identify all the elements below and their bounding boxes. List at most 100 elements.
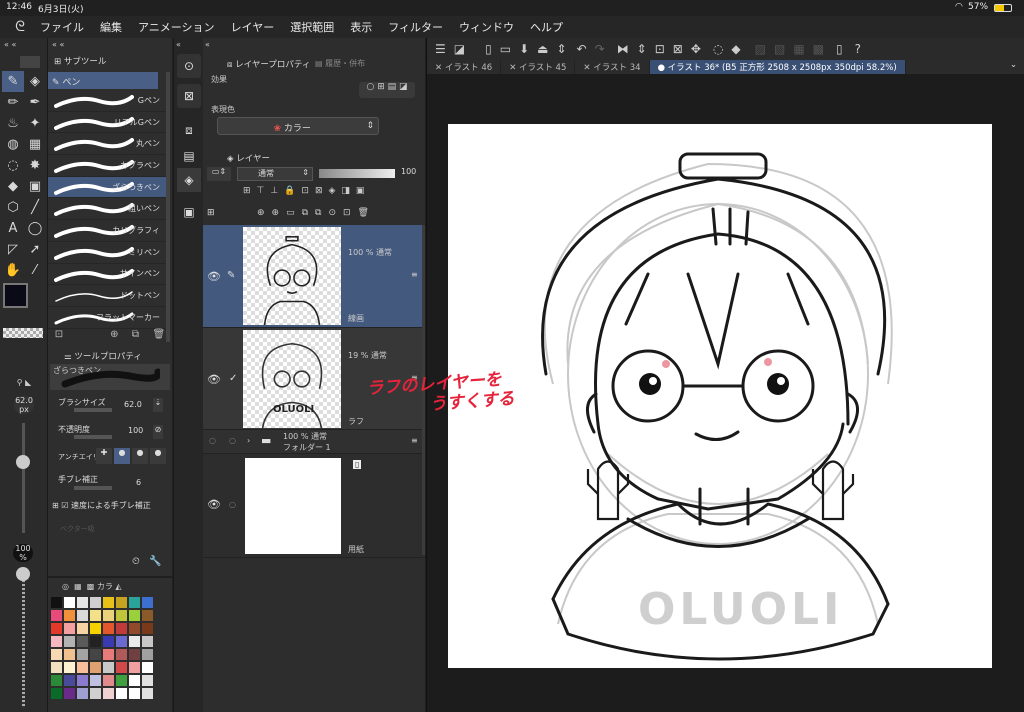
aa-strong-icon[interactable]: ●	[150, 448, 166, 464]
brush-list-scrollbar[interactable]	[166, 72, 170, 342]
check-icon[interactable]: ✓	[229, 373, 237, 384]
edit-hidden-icon[interactable]: ○	[229, 436, 236, 445]
color-swatch[interactable]	[141, 622, 154, 635]
color-swatch[interactable]	[76, 635, 89, 648]
color-swatch[interactable]	[115, 661, 128, 674]
color-swatch[interactable]	[89, 687, 102, 700]
redo-icon[interactable]: ↷	[595, 42, 605, 56]
effect-buttons[interactable]: ○ ⊞ ▤ ◪	[359, 82, 415, 98]
pen-tool-icon[interactable]: ✎	[2, 71, 24, 92]
color-swatch[interactable]	[115, 687, 128, 700]
color-swatch[interactable]	[128, 661, 141, 674]
undo-icon[interactable]: ↶	[577, 42, 587, 56]
brush-item[interactable]: 丸ペン	[48, 133, 166, 156]
layer-property-icon[interactable]: ⧈	[177, 118, 201, 142]
color-swatch[interactable]	[89, 609, 102, 622]
help-icon[interactable]: ?	[855, 42, 861, 56]
color-swatch[interactable]	[50, 596, 63, 609]
brush-size-settings-icon[interactable]: ⇣	[153, 398, 163, 412]
ruler-tool-icon[interactable]: ◸	[2, 239, 24, 260]
expression-color-select[interactable]: ❀ カラー ⇕	[217, 117, 379, 135]
color-swatch[interactable]	[63, 661, 76, 674]
color-swatch[interactable]	[89, 635, 102, 648]
main-color-swatch[interactable]	[3, 283, 28, 308]
color-swatch[interactable]	[115, 622, 128, 635]
layer-opacity-value[interactable]: 100	[401, 167, 416, 176]
menu-animation[interactable]: アニメーション	[138, 19, 215, 35]
new-subtool-icon[interactable]: ⊕	[110, 329, 118, 340]
new-file-icon[interactable]: ▯	[485, 42, 492, 56]
color-swatch[interactable]	[102, 635, 115, 648]
history-icon[interactable]: ▤	[177, 144, 201, 168]
color-swatch[interactable]	[76, 596, 89, 609]
delete-subtool-icon[interactable]: 🗑	[153, 329, 166, 340]
color-set-icon[interactable]: ▩	[87, 582, 95, 591]
material-icon[interactable]: ▣	[177, 200, 201, 224]
layer-row-paper[interactable]: 👁 ○ ▯ 用紙	[203, 454, 425, 558]
save-icon[interactable]: ⬇	[519, 42, 529, 56]
brush-size-bar[interactable]	[74, 408, 112, 412]
lasso-tool-icon[interactable]: ◌	[2, 155, 24, 176]
color-wheel-icon[interactable]: ◎	[62, 582, 69, 591]
color-swatch[interactable]	[63, 687, 76, 700]
color-swatch[interactable]	[128, 609, 141, 622]
marker-tool-icon[interactable]: ✒	[24, 92, 46, 113]
color-slider-icon[interactable]: ▦	[74, 582, 82, 591]
color-swatch[interactable]	[50, 687, 63, 700]
crop-icon[interactable]: ⊡	[655, 42, 665, 56]
doc-tab-active[interactable]: ● イラスト 36* (B5 正方形 2508 x 2508px 350dpi …	[649, 60, 906, 74]
layer-color-icon[interactable]: ▭⇕	[207, 167, 231, 181]
color-swatch[interactable]	[102, 687, 115, 700]
menu-help[interactable]: ヘルプ	[530, 19, 563, 35]
app-logo-icon[interactable]: ᘓ	[0, 19, 40, 35]
color-history-icon[interactable]: ◭	[115, 582, 121, 591]
color-swatch[interactable]	[128, 622, 141, 635]
layer-tab[interactable]: ◈ レイヤー	[227, 152, 270, 164]
layer-row-lineart[interactable]: 👁 ✎ 100 % 通常 線画 ≡	[203, 225, 425, 328]
aa-medium-icon[interactable]: ●	[132, 448, 148, 464]
object-tool-icon[interactable]: ➚	[24, 239, 46, 260]
color-swatch[interactable]	[102, 648, 115, 661]
chevron-right-icon[interactable]: ›	[247, 436, 250, 445]
disabled-tool-icon[interactable]: ▧	[774, 42, 785, 56]
eye-hidden-icon[interactable]: ○	[209, 436, 216, 445]
color-swatch[interactable]	[63, 622, 76, 635]
color-swatch[interactable]	[50, 609, 63, 622]
color-swatch[interactable]	[115, 648, 128, 661]
layer-opacity-slider[interactable]	[319, 169, 395, 178]
eraser-tool-icon[interactable]: ◈	[24, 71, 46, 92]
color-swatch[interactable]	[141, 661, 154, 674]
menu-edit[interactable]: 編集	[100, 19, 122, 35]
color-swatch[interactable]	[76, 674, 89, 687]
subtool-group-pen[interactable]: ✎ ペン	[48, 72, 158, 89]
menu-layer[interactable]: レイヤー	[231, 19, 275, 35]
stabilization-value[interactable]: 6	[136, 478, 141, 487]
color-swatch[interactable]	[76, 687, 89, 700]
transparent-color-swatch[interactable]	[3, 328, 43, 338]
color-swatch[interactable]	[89, 622, 102, 635]
menu-icon[interactable]: ☰	[435, 42, 446, 56]
magic-wand-icon[interactable]: ✸	[24, 155, 46, 176]
opacity-bar[interactable]	[74, 435, 112, 439]
layer-toolbar-row1[interactable]: ⊞⊤⊥🔒⊡⊠◈◨▣	[243, 186, 423, 196]
color-swatch[interactable]	[128, 596, 141, 609]
history-tab[interactable]: ▤ 履歴・併布	[315, 58, 365, 69]
eye-icon[interactable]: 👁	[207, 270, 221, 283]
color-swatch[interactable]	[50, 661, 63, 674]
speed-stabilization-row[interactable]: ⊞ ☑ 速度による手ブレ補正	[52, 500, 151, 511]
flip-icon[interactable]: ⧓	[617, 42, 629, 56]
aa-weak-icon[interactable]: ●	[114, 448, 130, 464]
brush-size-slider[interactable]	[22, 423, 25, 533]
opacity-settings-icon[interactable]: ⊘	[153, 425, 163, 439]
fill-tool-icon[interactable]: ◆	[2, 176, 24, 197]
brush-item[interactable]: ドットペン	[48, 285, 166, 307]
brush-item[interactable]: Gペン	[48, 90, 166, 112]
gradient-tool-icon[interactable]: ▣	[24, 176, 46, 197]
color-swatch[interactable]	[128, 687, 141, 700]
brush-size-value[interactable]: 62.0	[124, 400, 142, 409]
color-swatch[interactable]	[89, 648, 102, 661]
3d-object-icon[interactable]: ⬡	[2, 197, 24, 218]
layer-panel-icon[interactable]: ◈	[177, 168, 201, 192]
pen-edit-icon[interactable]: ✎	[227, 270, 235, 281]
color-swatch[interactable]	[141, 596, 154, 609]
